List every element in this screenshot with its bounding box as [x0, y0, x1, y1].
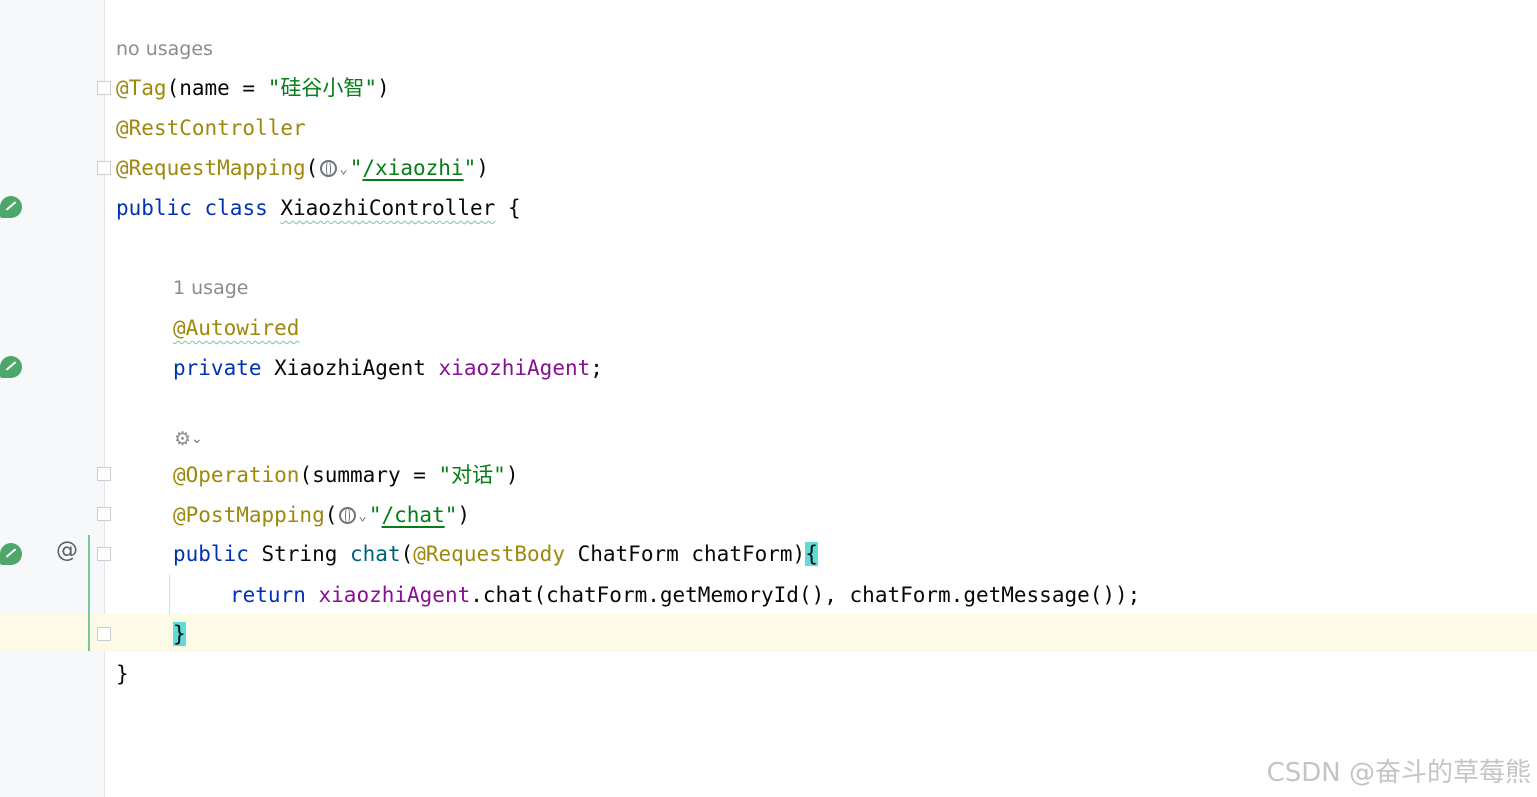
field-name: xiaozhiAgent: [318, 583, 471, 607]
usages-hint[interactable]: 1 usage: [173, 275, 248, 301]
fold-marker-icon[interactable]: [97, 81, 111, 95]
string-literal: "硅谷小智": [267, 76, 378, 100]
method-name: chat: [350, 542, 401, 566]
editor-gutter[interactable]: [0, 0, 105, 797]
code-line[interactable]: @PostMapping(⌄"/chat"): [173, 500, 470, 530]
spring-bean-icon[interactable]: [0, 196, 22, 218]
chevron-down-icon[interactable]: ⌄: [339, 154, 347, 184]
vcs-change-marker[interactable]: [88, 535, 90, 651]
chevron-down-icon[interactable]: ⌄: [191, 431, 203, 447]
code-line[interactable]: @Tag(name = "硅谷小智"): [116, 73, 390, 103]
indent-guide: [169, 575, 170, 615]
ai-assistant-icon[interactable]: ⚙ ⌄: [174, 428, 205, 450]
matching-brace: {: [805, 542, 818, 566]
code-line[interactable]: public class XiaozhiController {: [116, 193, 521, 223]
class-name: XiaozhiController: [280, 196, 496, 220]
code-line[interactable]: @Autowired: [173, 313, 299, 343]
globe-icon[interactable]: [320, 160, 338, 177]
string-literal: "对话": [438, 463, 506, 487]
fold-marker-icon[interactable]: [97, 507, 111, 521]
annotation: @Autowired: [173, 316, 300, 340]
chevron-down-icon[interactable]: ⌄: [358, 501, 366, 531]
keyword: public: [173, 542, 249, 566]
annotation: @PostMapping: [173, 503, 325, 527]
code-line[interactable]: @RequestMapping(⌄"/xiaozhi"): [116, 153, 489, 183]
keyword: public: [116, 196, 192, 220]
current-line-highlight: [0, 614, 1537, 652]
code-line[interactable]: @Operation(summary = "对话"): [173, 460, 518, 490]
at-sign-icon[interactable]: @: [56, 538, 78, 563]
matching-brace: }: [173, 622, 186, 646]
code-line[interactable]: @RestController: [116, 113, 306, 143]
keyword: class: [204, 196, 268, 220]
usages-hint[interactable]: no usages: [116, 36, 213, 62]
fold-marker-icon[interactable]: [97, 161, 111, 175]
keyword: private: [173, 356, 262, 380]
watermark: CSDN @奋斗的草莓熊: [1266, 758, 1531, 788]
code-line[interactable]: return xiaozhiAgent.chat(chatForm.getMem…: [230, 580, 1140, 610]
field-name: xiaozhiAgent: [438, 356, 591, 380]
annotation: @RequestMapping: [116, 156, 306, 180]
annotation: @RestController: [116, 116, 306, 140]
code-editor[interactable]: @ no usages 1 usage ⚙ ⌄ @Tag(name = "硅谷小…: [0, 0, 1537, 797]
fold-marker-icon[interactable]: [97, 467, 111, 481]
annotation: @RequestBody: [413, 542, 565, 566]
code-line[interactable]: }: [116, 659, 129, 689]
spring-endpoint-icon[interactable]: [0, 543, 22, 565]
closing-brace: }: [116, 662, 129, 686]
annotation: @Operation: [173, 463, 300, 487]
code-line[interactable]: }: [173, 619, 186, 649]
keyword: return: [230, 583, 306, 607]
url-path[interactable]: /xiaozhi: [362, 156, 463, 180]
url-path[interactable]: /chat: [381, 503, 444, 527]
code-line[interactable]: public String chat(@RequestBody ChatForm…: [173, 539, 818, 569]
fold-marker-icon[interactable]: [97, 547, 111, 561]
fold-marker-icon[interactable]: [97, 627, 111, 641]
globe-icon[interactable]: [339, 507, 357, 524]
spring-bean-icon[interactable]: [0, 356, 22, 378]
code-line[interactable]: private XiaozhiAgent xiaozhiAgent;: [173, 353, 603, 383]
annotation: @Tag: [116, 76, 167, 100]
